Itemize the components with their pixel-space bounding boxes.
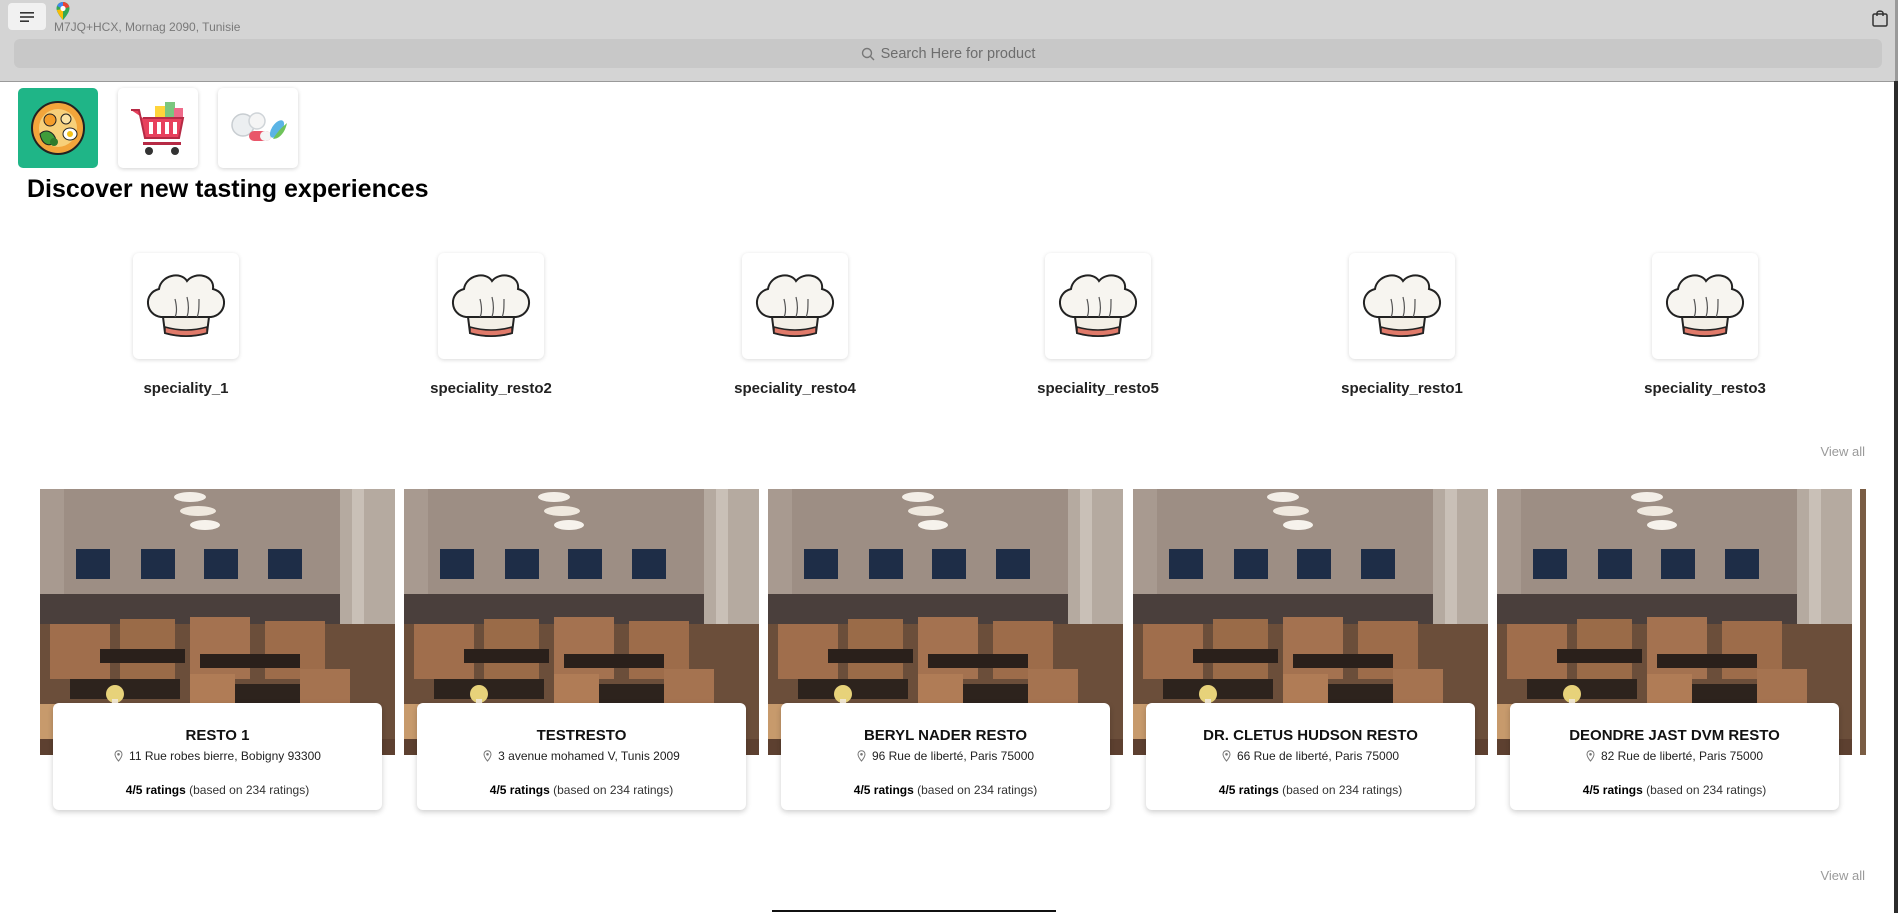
speciality-label: speciality_resto4 [734,380,856,397]
rating-count: (based on 234 ratings) [1282,783,1403,797]
restaurant-info: BERYL NADER RESTO 96 Rue de liberté, Par… [781,703,1110,810]
restaurant-address: 66 Rue de liberté, Paris 75000 [1146,749,1475,763]
rating-count: (based on 234 ratings) [917,783,1038,797]
speciality-tile [1652,253,1758,359]
rating-value: 4/5 ratings [1218,783,1279,797]
restaurant-card[interactable]: RESTO 1 11 Rue robes bierre, Bobigny 933… [40,489,395,821]
rating-value: 4/5 ratings [853,783,914,797]
restaurant-name: TESTRESTO [536,727,627,744]
speciality-item[interactable]: speciality_resto1 [1302,253,1502,403]
chef-hat-icon [446,269,536,344]
view-all-specialities-link[interactable]: View all [1820,444,1865,459]
search-bar[interactable]: Search Here for product [14,39,1882,68]
chef-hat-icon [141,269,231,344]
top-header: M7JQ+HCX, Mornag 2090, Tunisie Search He… [0,0,1898,82]
restaurant-info: RESTO 1 11 Rue robes bierre, Bobigny 933… [53,703,382,810]
google-maps-pin-icon[interactable] [55,1,71,21]
edge-strip [1894,81,1898,913]
restaurant-card[interactable]: DEONDRE JAST DVM RESTO 82 Rue de liberté… [1497,489,1852,821]
restaurant-rating: 4/5 ratings (based on 234 ratings) [1510,783,1839,797]
speciality-item[interactable]: speciality_resto4 [695,253,895,403]
rating-value: 4/5 ratings [125,783,186,797]
rating-value: 4/5 ratings [489,783,550,797]
restaurant-name: RESTO 1 [185,727,250,744]
restaurant-address: 3 avenue mohamed V, Tunis 2009 [417,749,746,763]
speciality-label: speciality_resto1 [1341,380,1463,397]
restaurant-address-text: 11 Rue robes bierre, Bobigny 93300 [129,749,321,763]
restaurant-info: DR. CLETUS HUDSON RESTO 66 Rue de libert… [1146,703,1475,810]
restaurant-address-text: 96 Rue de liberté, Paris 75000 [871,749,1035,763]
view-all-restaurants-link[interactable]: View all [1820,868,1865,883]
chef-hat-icon [1660,269,1750,344]
scroll-indicator [772,910,1056,912]
restaurant-info: TESTRESTO 3 avenue mohamed V, Tunis 2009… [417,703,746,810]
speciality-item[interactable]: speciality_1 [86,253,286,403]
restaurant-rating: 4/5 ratings (based on 234 ratings) [1146,783,1475,797]
restaurant-address: 82 Rue de liberté, Paris 75000 [1510,749,1839,763]
speciality-item[interactable]: speciality_resto3 [1605,253,1805,403]
speciality-label: speciality_resto3 [1644,380,1766,397]
category-grocery[interactable] [118,88,198,168]
category-pharmacy[interactable] [218,88,298,168]
speciality-tile [438,253,544,359]
next-card-peek [1860,489,1866,755]
restaurant-info: DEONDRE JAST DVM RESTO 82 Rue de liberté… [1510,703,1839,810]
speciality-label: speciality_1 [143,380,229,397]
location-pin-icon [857,750,866,762]
restaurant-card[interactable]: BERYL NADER RESTO 96 Rue de liberté, Par… [768,489,1123,821]
restaurant-address-text: 66 Rue de liberté, Paris 75000 [1236,749,1400,763]
restaurant-rating: 4/5 ratings (based on 234 ratings) [781,783,1110,797]
section-title: Discover new tasting experiences [27,175,429,203]
shopping-bag-icon[interactable] [1870,8,1890,28]
restaurant-rating: 4/5 ratings (based on 234 ratings) [53,783,382,797]
speciality-tile [1349,253,1455,359]
category-food[interactable] [18,88,98,168]
search-placeholder: Search Here for product [880,45,1036,62]
grocery-cart-icon [131,102,185,155]
menu-button[interactable] [8,3,46,30]
location-pin-icon [1222,750,1231,762]
rating-count: (based on 234 ratings) [553,783,674,797]
pharmacy-pills-icon [231,112,287,141]
chef-hat-icon [750,269,840,344]
speciality-label: speciality_resto5 [1037,380,1159,397]
restaurant-address: 96 Rue de liberté, Paris 75000 [781,749,1110,763]
restaurant-card[interactable]: TESTRESTO 3 avenue mohamed V, Tunis 2009… [404,489,759,821]
speciality-tile [742,253,848,359]
location-pin-icon [114,750,123,762]
restaurant-name: DEONDRE JAST DVM RESTO [1569,727,1780,744]
restaurant-address-text: 3 avenue mohamed V, Tunis 2009 [498,749,680,763]
restaurant-name: BERYL NADER RESTO [863,727,1028,744]
restaurant-rating: 4/5 ratings (based on 234 ratings) [417,783,746,797]
rating-value: 4/5 ratings [1582,783,1643,797]
restaurant-address: 11 Rue robes bierre, Bobigny 93300 [53,749,382,763]
chef-hat-icon [1053,269,1143,344]
speciality-item[interactable]: speciality_resto5 [998,253,1198,403]
speciality-item[interactable]: speciality_resto2 [391,253,591,403]
location-pin-icon [1586,750,1595,762]
restaurant-address-text: 82 Rue de liberté, Paris 75000 [1600,749,1764,763]
rating-count: (based on 234 ratings) [189,783,310,797]
location-pin-icon [483,750,492,762]
chef-hat-icon [1357,269,1447,344]
speciality-label: speciality_resto2 [430,380,552,397]
restaurant-name: DR. CLETUS HUDSON RESTO [1203,727,1418,744]
hamburger-icon [20,11,34,22]
current-address[interactable]: M7JQ+HCX, Mornag 2090, Tunisie [54,20,240,34]
speciality-tile [1045,253,1151,359]
restaurant-card[interactable]: DR. CLETUS HUDSON RESTO 66 Rue de libert… [1133,489,1488,821]
rating-count: (based on 234 ratings) [1646,783,1767,797]
food-plate-icon [31,101,85,155]
search-icon [861,47,875,60]
speciality-tile [133,253,239,359]
